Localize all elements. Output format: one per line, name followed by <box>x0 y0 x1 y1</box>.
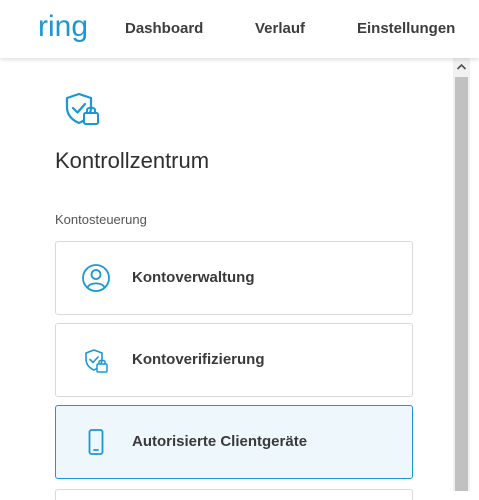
card-label-account-verification: Kontoverifizierung <box>132 351 265 368</box>
authorized-client-devices-card[interactable]: Autorisierte Clientgeräte <box>55 405 413 479</box>
shield-check-lock-icon <box>65 92 99 125</box>
shield-check-lock-icon <box>85 349 108 373</box>
section-label: Kontosteuerung <box>55 212 147 227</box>
card-label-account-management: Kontoverwaltung <box>132 269 255 286</box>
ring-logo[interactable]: ring <box>38 9 94 49</box>
nav-verlauf[interactable]: Verlauf <box>255 19 305 39</box>
scroll-thumb[interactable] <box>455 77 468 491</box>
nav-dashboard[interactable]: Dashboard <box>125 19 203 39</box>
mobile-phone-icon <box>88 429 104 455</box>
person-circle-icon <box>82 264 110 292</box>
svg-text:ring: ring <box>38 10 88 43</box>
top-navigation-bar: ring Dashboard Verlauf Einstellungen <box>0 0 479 58</box>
account-verification-card[interactable]: Kontoverifizierung <box>55 323 413 397</box>
nav-einstellungen[interactable]: Einstellungen <box>357 19 455 39</box>
control-center-content: Kontrollzentrum Kontosteuerung Kontoverw… <box>0 58 453 500</box>
page-title: Kontrollzentrum <box>55 148 210 173</box>
scroll-up-button[interactable] <box>453 58 470 76</box>
vertical-scrollbar[interactable] <box>453 58 470 491</box>
card-label-authorized-client-devices: Autorisierte Clientgeräte <box>132 433 308 450</box>
account-management-card[interactable]: Kontoverwaltung <box>55 241 413 315</box>
chevron-up-icon <box>456 63 467 70</box>
